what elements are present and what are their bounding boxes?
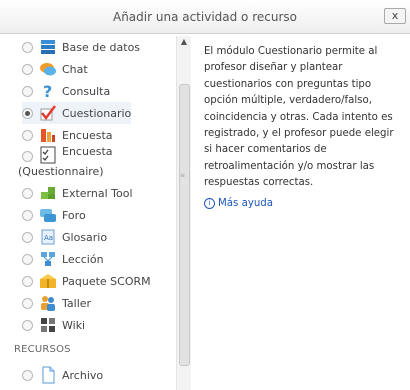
option-label: Wiki xyxy=(62,318,86,332)
radio-button[interactable] xyxy=(22,41,33,53)
option-glosario[interactable]: Aa Glosario xyxy=(22,226,107,248)
close-button[interactable]: x xyxy=(384,8,406,24)
radio-button[interactable] xyxy=(22,297,33,309)
option-label: Foro xyxy=(62,208,86,222)
radio-button[interactable] xyxy=(22,231,33,243)
scroll-up-arrow-icon[interactable]: ▲ xyxy=(177,36,191,48)
radio-button[interactable] xyxy=(22,129,33,141)
file-icon xyxy=(39,366,57,384)
option-label: Base de datos xyxy=(62,40,141,54)
puzzle-piece-icon xyxy=(39,184,57,202)
questionnaire-checklist-icon xyxy=(39,146,57,164)
option-label: Consulta xyxy=(62,84,111,98)
svg-text:?: ? xyxy=(43,82,52,100)
svg-text:Aa: Aa xyxy=(44,234,53,242)
radio-button[interactable] xyxy=(22,369,33,381)
option-label-multiline: Encuesta xyxy=(62,146,113,158)
option-label: External Tool xyxy=(62,186,133,200)
activity-description: El módulo Cuestionario permite al profes… xyxy=(204,46,394,189)
info-icon: i xyxy=(204,198,215,209)
option-paquete-scorm[interactable]: Paquete SCORM xyxy=(22,270,151,292)
radio-button[interactable] xyxy=(22,63,33,75)
more-help-label[interactable]: Más ayuda xyxy=(218,198,273,209)
option-base-de-datos[interactable]: Base de datos xyxy=(22,36,140,58)
option-label-line2: (Questionnaire) xyxy=(18,164,104,178)
lesson-flow-icon xyxy=(39,250,57,268)
option-label: Paquete SCORM xyxy=(62,274,151,288)
radio-button[interactable] xyxy=(22,85,33,97)
workshop-people-icon xyxy=(39,294,57,312)
option-label: Chat xyxy=(62,62,88,76)
option-label: Taller xyxy=(62,296,92,310)
resources-section-header: RECURSOS xyxy=(14,344,71,355)
radio-button[interactable] xyxy=(22,187,33,199)
forum-icon xyxy=(39,206,57,224)
radio-button[interactable] xyxy=(22,319,33,331)
chat-bubble-icon xyxy=(39,60,57,78)
option-cuestionario[interactable]: Cuestionario xyxy=(22,102,132,124)
options-scrollbar[interactable]: ▲ ≡ xyxy=(176,36,191,390)
option-external-tool[interactable]: External Tool xyxy=(22,182,133,204)
checkmark-icon xyxy=(39,104,57,122)
option-label-line1: Encuesta xyxy=(62,145,113,158)
radio-button[interactable] xyxy=(22,275,33,287)
option-label: Lección xyxy=(62,252,104,266)
option-label: Encuesta xyxy=(62,128,113,142)
dialog-titlebar: Añadir una actividad o recurso x xyxy=(0,0,410,34)
option-label-line2-row: (Questionnaire) xyxy=(18,164,104,178)
glossary-book-icon: Aa xyxy=(39,228,57,246)
radio-button[interactable] xyxy=(22,209,33,221)
radio-button-checked[interactable] xyxy=(22,107,33,119)
radio-button[interactable] xyxy=(22,253,33,265)
option-leccion[interactable]: Lección xyxy=(22,248,104,270)
more-help-link[interactable]: i Más ayuda xyxy=(204,198,273,209)
option-label: Glosario xyxy=(62,230,108,244)
wiki-icon xyxy=(39,316,57,334)
scroll-grip-icon: ≡ xyxy=(180,172,186,179)
option-taller[interactable]: Taller xyxy=(22,292,91,314)
survey-flag-icon xyxy=(39,126,57,144)
option-consulta[interactable]: ? Consulta xyxy=(22,80,110,102)
option-encuesta[interactable]: Encuesta xyxy=(22,124,113,146)
option-foro[interactable]: Foro xyxy=(22,204,86,226)
activity-options-list: Base de datos Chat ? Consulta Cuestionar… xyxy=(8,34,192,390)
option-label: Cuestionario xyxy=(62,106,132,120)
option-wiki[interactable]: Wiki xyxy=(22,314,85,336)
dialog-title: Añadir una actividad o recurso xyxy=(112,10,297,24)
option-label: Archivo xyxy=(62,368,104,382)
option-archivo[interactable]: Archivo xyxy=(22,364,103,386)
question-mark-icon: ? xyxy=(39,82,57,101)
database-icon xyxy=(39,38,57,56)
scorm-package-icon xyxy=(39,272,57,290)
scrollbar-thumb[interactable] xyxy=(179,84,190,366)
radio-button[interactable] xyxy=(22,151,33,162)
option-chat[interactable]: Chat xyxy=(22,58,88,80)
